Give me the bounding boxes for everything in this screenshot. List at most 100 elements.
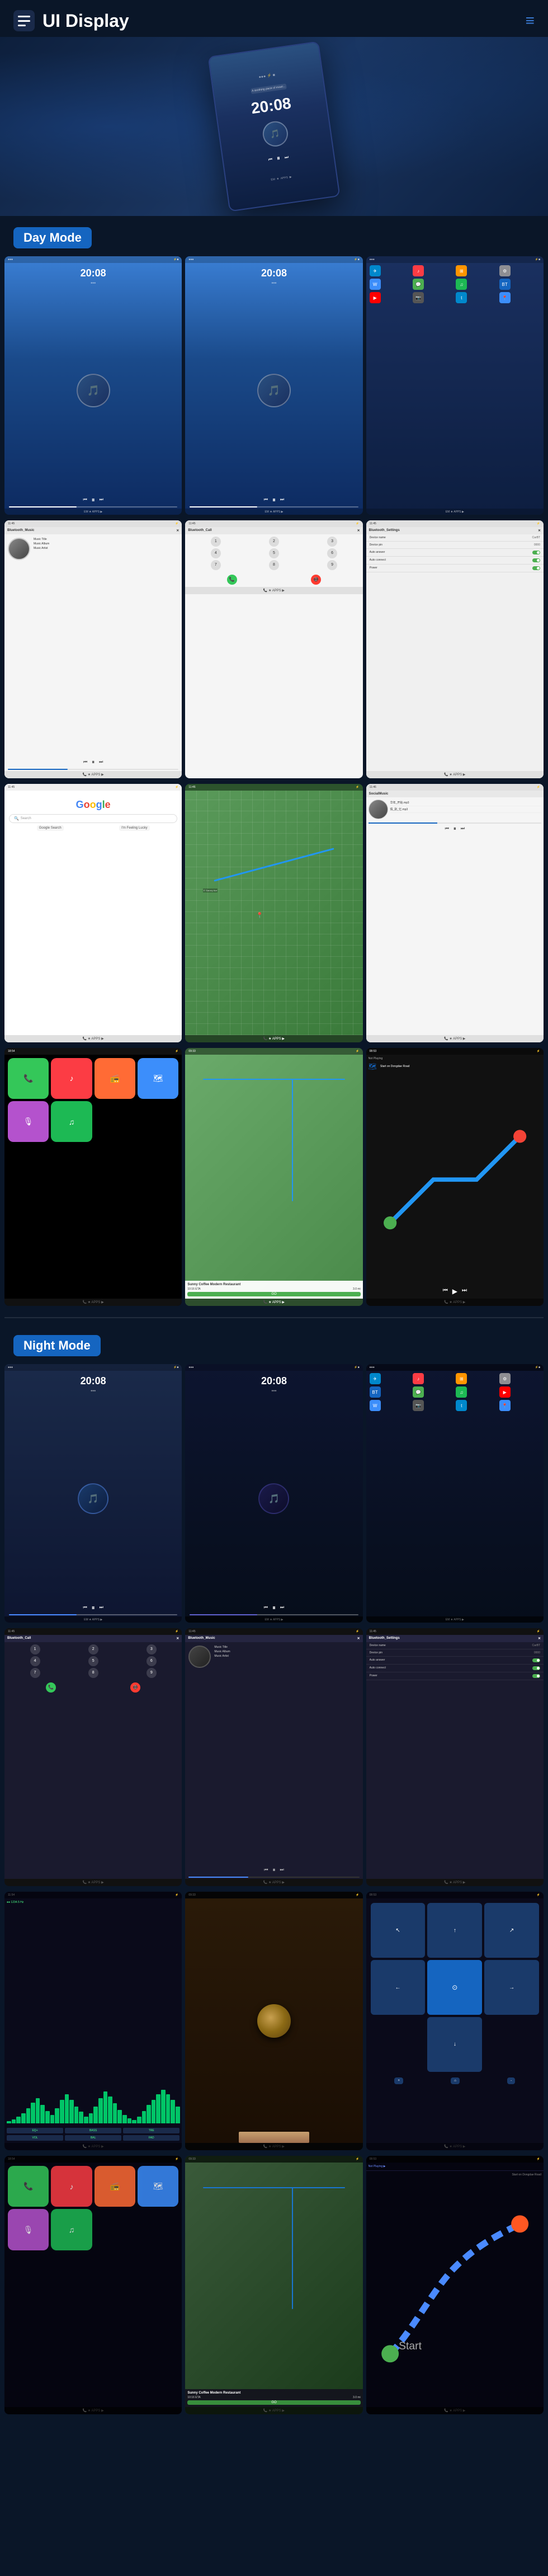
dial-4[interactable]: 4 <box>211 548 221 558</box>
nav-zoom-in[interactable]: + <box>394 2077 403 2084</box>
night-apps-status: ●●●⚡■ <box>366 1364 544 1371</box>
map-l-content: Sunny Coffee Modern Restaurant 10:16 ETA… <box>185 1055 362 1299</box>
n-carplay-music[interactable]: ♪ <box>51 2166 92 2207</box>
nav-left[interactable]: ← <box>371 1960 426 2015</box>
night-carplay-status: 18:54⚡ <box>4 2156 182 2163</box>
n-app-telegram[interactable]: ✈ <box>370 1373 381 1384</box>
nav-home[interactable]: ⌂ <box>451 2077 460 2084</box>
next-button[interactable]: ⏭ <box>284 154 289 160</box>
n-power-toggle[interactable] <box>532 1674 540 1678</box>
night-call-bottom: 📞 ★ APPS ▶ <box>4 1879 182 1886</box>
app-settings[interactable]: ⚙ <box>499 265 511 276</box>
dial-2[interactable]: 2 <box>269 537 279 547</box>
app-youtube[interactable]: ▶ <box>370 292 381 303</box>
dial-9[interactable]: 9 <box>327 560 337 570</box>
app-wechat[interactable]: 💬 <box>413 279 424 290</box>
app-photos[interactable]: ⊞ <box>456 265 467 276</box>
n-carplay-phone[interactable]: 📞 <box>8 2166 49 2207</box>
waveform-bar <box>60 2100 64 2123</box>
n-app-waze[interactable]: W <box>370 1400 381 1411</box>
nav-right[interactable]: → <box>484 1960 539 2015</box>
app-spotify[interactable]: ♫ <box>456 279 467 290</box>
dial-5[interactable]: 5 <box>269 548 279 558</box>
n-app-settings[interactable]: ⚙ <box>499 1373 511 1384</box>
carplay-podcast[interactable]: 📻 <box>95 1058 135 1099</box>
n-dial-6[interactable]: 6 <box>147 1656 157 1666</box>
setting-device-name: Device name CarBT <box>366 534 544 542</box>
dial-3[interactable]: 3 <box>327 537 337 547</box>
power-toggle[interactable] <box>532 566 540 570</box>
carplay-phone[interactable]: 📞 <box>8 1058 49 1099</box>
n-carplay-maps[interactable]: 🗺 <box>138 2166 178 2207</box>
nav-center[interactable]: ⊙ <box>427 1960 482 2015</box>
nav-zoom-out[interactable]: - <box>507 2077 515 2084</box>
n-app-maps[interactable]: 📍 <box>499 1400 511 1411</box>
n-dial-9[interactable]: 9 <box>147 1668 157 1678</box>
night-go-btn[interactable]: GO <box>187 2400 360 2405</box>
n-carplay-spotify[interactable]: 🎙 <box>8 2209 49 2250</box>
setting-auto-answer: Auto answer <box>366 549 544 557</box>
auto-connect-toggle[interactable] <box>532 558 540 562</box>
carplay-maps[interactable]: 🗺 <box>138 1058 178 1099</box>
n-app-camera[interactable]: 📷 <box>413 1400 424 1411</box>
carplay-podcast2[interactable]: 🎙 <box>8 1101 49 1142</box>
app-bt[interactable]: BT <box>499 279 511 290</box>
n-carplay-podcast[interactable]: 📻 <box>95 2166 135 2207</box>
n-dial-4[interactable]: 4 <box>30 1656 40 1666</box>
n-auto-connect-toggle[interactable] <box>532 1666 540 1670</box>
bottom-icons-1: EM ★ APPS ▶ <box>4 509 182 515</box>
app-music[interactable]: ♪ <box>413 265 424 276</box>
dial-7[interactable]: 7 <box>211 560 221 570</box>
lucky-btn[interactable]: I'm Feeling Lucky <box>119 825 150 831</box>
app-telegram[interactable]: ✈ <box>370 265 381 276</box>
dial-6[interactable]: 6 <box>327 548 337 558</box>
app-twitter[interactable]: t <box>456 292 467 303</box>
end-call-button[interactable]: 📵 <box>311 575 321 585</box>
google-search-bar[interactable]: 🔍 Search <box>9 814 177 823</box>
play-pause-button[interactable]: ⏸ <box>276 154 281 163</box>
app-waze[interactable]: W <box>370 279 381 290</box>
n-app-wechat[interactable]: 💬 <box>413 1386 424 1398</box>
n-app-spotify[interactable]: ♫ <box>456 1386 467 1398</box>
carplay-music[interactable]: ♪ <box>51 1058 92 1099</box>
nav-up-left[interactable]: ↖ <box>371 1903 426 1958</box>
n-carplay-spotify2[interactable]: ♫ <box>51 2209 92 2250</box>
n-dial-5[interactable]: 5 <box>88 1656 98 1666</box>
nav-icon[interactable]: ≡ <box>526 12 535 30</box>
waveform-bar <box>117 2110 122 2123</box>
n-setting-name: Device name CarBT <box>366 1642 544 1649</box>
n-app-photos[interactable]: ⊞ <box>456 1373 467 1384</box>
prev-button[interactable]: ⏮ <box>268 157 273 163</box>
call-button[interactable]: 📞 <box>227 575 237 585</box>
google-search-btn[interactable]: Google Search <box>37 825 64 831</box>
auto-answer-toggle[interactable] <box>532 551 540 554</box>
dial-8[interactable]: 8 <box>269 560 279 570</box>
app-maps[interactable]: 📍 <box>499 292 511 303</box>
night-carplay-display: 18:54⚡ 📞 ♪ 📻 🗺 🎙 ♫ 📞 ★ APPS ▶ <box>4 2156 182 2414</box>
carplay-spotify[interactable]: ♫ <box>51 1101 92 1142</box>
n-dial-7[interactable]: 7 <box>30 1668 40 1678</box>
night-nav-bottom: 📞 ★ APPS ▶ <box>366 2407 544 2414</box>
n-app-twitter[interactable]: t <box>456 1400 467 1411</box>
n-call-btn[interactable]: 📞 <box>46 1682 56 1693</box>
menu-button[interactable] <box>13 10 35 31</box>
nav-up[interactable]: ↑ <box>427 1903 482 1958</box>
n-app-music[interactable]: ♪ <box>413 1373 424 1384</box>
go-button[interactable]: GO <box>187 1292 360 1296</box>
n-dial-2[interactable]: 2 <box>88 1644 98 1654</box>
food-hand <box>239 2132 310 2143</box>
app-camera[interactable]: 📷 <box>413 292 424 303</box>
dial-1[interactable]: 1 <box>211 537 221 547</box>
social-progress <box>369 822 541 824</box>
n-dial-3[interactable]: 3 <box>147 1644 157 1654</box>
n-dial-8[interactable]: 8 <box>88 1668 98 1678</box>
n-end-btn[interactable]: 📵 <box>130 1682 140 1693</box>
n-dial-1[interactable]: 1 <box>30 1644 40 1654</box>
bt-settings-status: 11:45⚡ <box>366 520 544 527</box>
nav-up-right[interactable]: ↗ <box>484 1903 539 1958</box>
n-auto-answer-toggle[interactable] <box>532 1658 540 1662</box>
waveform-bar <box>127 2118 132 2123</box>
n-app-youtube[interactable]: ▶ <box>499 1386 511 1398</box>
n-app-bt[interactable]: BT <box>370 1386 381 1398</box>
nav-down[interactable]: ↓ <box>427 2017 482 2072</box>
